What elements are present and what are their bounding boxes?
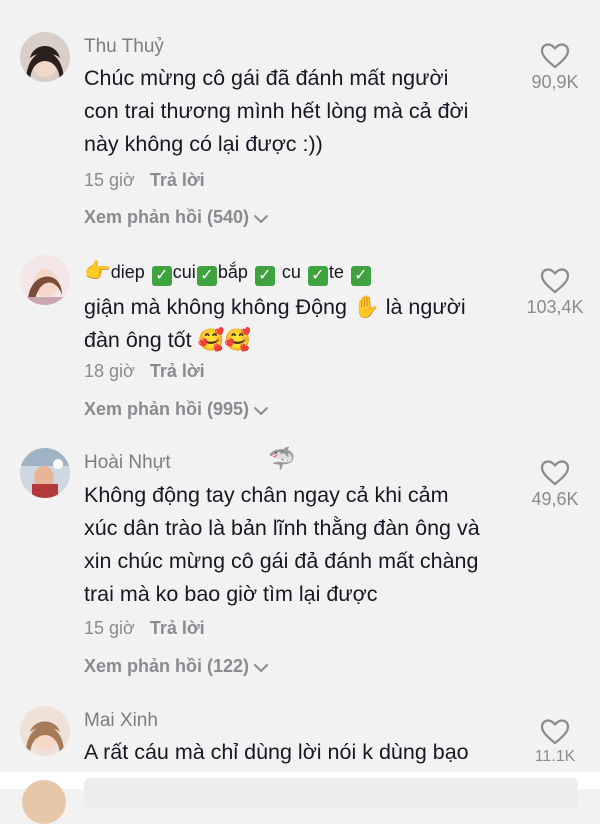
comment-time: 18 giờ: [84, 361, 135, 381]
reply-button[interactable]: Trả lời: [150, 170, 205, 190]
comment-text-line: trai mà ko bao giờ tìm lại được: [84, 582, 378, 606]
comment-input[interactable]: [84, 778, 578, 808]
comment-text-line: giận mà không không Động ✋ là người: [84, 291, 524, 324]
check-icon: ✓: [307, 266, 328, 286]
comment-text-fragment: giận mà không không Động: [84, 295, 347, 319]
avatar[interactable]: [20, 448, 70, 498]
avatar[interactable]: [20, 32, 70, 82]
comment-author[interactable]: Mai Xinh: [84, 710, 158, 732]
chevron-down-icon: [254, 407, 269, 415]
heart-icon: [540, 43, 570, 69]
comment-meta: 15 giờ Trả lời: [84, 170, 205, 191]
comment-time: 15 giờ: [84, 170, 135, 190]
chevron-down-icon: [254, 664, 269, 672]
shark-icon: 🦈: [268, 447, 296, 472]
raised-hand-icon: ✋: [352, 295, 380, 320]
reply-button[interactable]: Trả lời: [150, 361, 205, 381]
comment-text-line: con trai thương mình hết lòng mà cả đời: [84, 99, 469, 123]
tag-word: diep: [110, 262, 145, 282]
comment-author[interactable]: Hoài Nhựt: [84, 452, 171, 474]
check-icon: ✓: [254, 266, 275, 286]
pointing-hand-icon: 👉: [84, 259, 111, 284]
comment-text: Không động tay chân ngay cả khi cảm xúc …: [84, 479, 524, 611]
comment-text-line: A rất cáu mà chỉ dùng lời nói k dùng bạo: [84, 740, 469, 764]
comment-text-fragment: là người: [385, 295, 466, 319]
view-replies-label: Xem phản hồi (995): [84, 399, 250, 419]
heart-icon: [540, 268, 570, 294]
check-icon: ✓: [196, 266, 217, 286]
like-button[interactable]: 49,6K: [518, 459, 592, 510]
heart-icon: [540, 719, 570, 745]
comment-time: 15 giờ: [84, 618, 135, 638]
check-icon: ✓: [151, 266, 172, 286]
comment-text-line: đàn ông tốt 🥰🥰: [84, 324, 524, 357]
comment-text-fragment: đàn ông tốt: [84, 328, 192, 352]
comment-text: 👉diep ✓ cui ✓ bắp ✓ cu ✓ te ✓ giận mà không …: [84, 255, 524, 357]
like-count: 90,9K: [531, 72, 579, 92]
chevron-down-icon: [254, 215, 269, 223]
comment-text-line: xúc dân trào là bản lĩnh thằng đàn ông v…: [84, 516, 480, 540]
check-icon: ✓: [350, 266, 371, 286]
tag-word: cui: [172, 262, 196, 282]
comment-text-line: này không có lại được :)): [84, 132, 323, 156]
view-replies-button[interactable]: Xem phản hồi (995): [84, 399, 269, 420]
comment-text: A rất cáu mà chỉ dùng lời nói k dùng bạo: [84, 736, 524, 769]
comment-text: Chúc mừng cô gái đã đánh mất người con t…: [84, 62, 524, 161]
tag-word: te: [328, 262, 344, 282]
comment-text-line: Không động tay chân ngay cả khi cảm: [84, 483, 449, 507]
like-count: 11.1K: [534, 748, 576, 765]
comment-meta: 18 giờ Trả lời: [84, 361, 205, 382]
comment-meta: 15 giờ Trả lời: [84, 618, 205, 639]
smiling-face-hearts-icon: 🥰🥰: [197, 328, 252, 353]
reply-button[interactable]: Trả lời: [150, 618, 205, 638]
avatar[interactable]: [20, 706, 70, 756]
like-button[interactable]: 103,4K: [518, 267, 592, 318]
like-button[interactable]: 90,9K: [518, 42, 592, 93]
tag-word: bắp: [217, 262, 248, 282]
heart-icon: [540, 460, 570, 486]
view-replies-button[interactable]: Xem phản hồi (540): [84, 207, 269, 228]
like-count: 103,4K: [526, 297, 584, 317]
view-replies-label: Xem phản hồi (540): [84, 207, 250, 227]
view-replies-button[interactable]: Xem phản hồi (122): [84, 656, 269, 677]
avatar: [22, 780, 66, 824]
avatar[interactable]: [20, 255, 70, 305]
tag-word: cu: [281, 262, 301, 282]
comment-author[interactable]: Thu Thuỷ: [84, 36, 164, 58]
comment-text-line: 👉diep ✓ cui ✓ bắp ✓ cu ✓ te ✓: [84, 255, 524, 289]
comment-text-line: Chúc mừng cô gái đã đánh mất người: [84, 66, 449, 90]
view-replies-label: Xem phản hồi (122): [84, 656, 250, 676]
like-count: 49,6K: [531, 489, 579, 509]
comment-text-line: xin chúc mừng cô gái đả đánh mất chàng: [84, 549, 479, 573]
like-button[interactable]: 11.1K: [518, 718, 592, 766]
